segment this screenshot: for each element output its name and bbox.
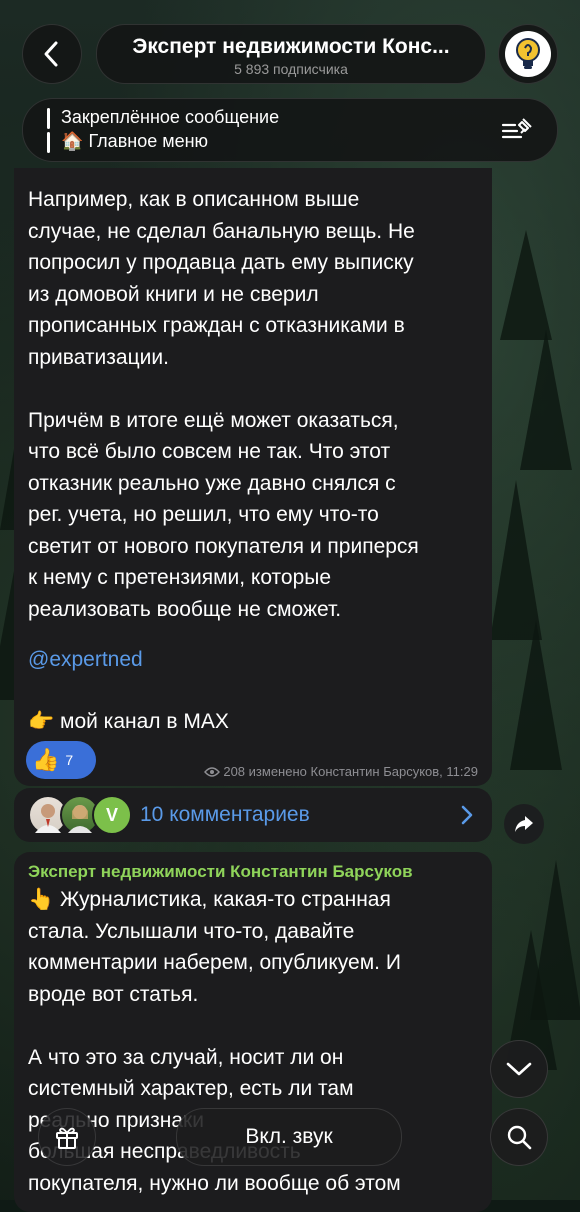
- message-line: системный характер, есть ли там: [28, 1077, 354, 1100]
- message-line: рег. учета, но решил, что ему что-то: [28, 503, 379, 526]
- scroll-down-button[interactable]: [490, 1040, 548, 1098]
- mention-link[interactable]: @expertned: [28, 644, 143, 676]
- channel-link-text: мой канал в MAX: [60, 710, 229, 733]
- channel-link-row[interactable]: 👉 мой канал в MAX: [28, 706, 229, 738]
- message-bubble[interactable]: Например, как в описанном выше случае, н…: [14, 168, 492, 786]
- message-line: светит от нового покупателя и приперся: [28, 534, 419, 558]
- channel-title: Эксперт недвижимости Конс...: [132, 35, 450, 58]
- gift-button[interactable]: [38, 1108, 96, 1166]
- pinned-title: Закреплённое сообщение: [61, 107, 280, 127]
- post-author: Константин Барсуков,: [310, 764, 443, 779]
- channel-title-pill[interactable]: Эксперт недвижимости Конс... 5 893 подпи…: [96, 24, 486, 84]
- commenter-avatar-letter: V: [92, 795, 132, 835]
- pinned-indicator-segment: [47, 132, 50, 153]
- post-time: 11:29: [446, 764, 478, 779]
- message-line: 👆 Журналистика, какая-то странная: [28, 888, 391, 911]
- message-line: реализовать вообще не сможет.: [28, 597, 342, 621]
- pointing-right-emoji: 👉: [28, 710, 55, 733]
- message-line: стала. Услышали что-то, давайте: [28, 919, 355, 943]
- message-line: Причём в итоге ещё может оказаться,: [28, 408, 399, 432]
- pinned-list-button[interactable]: [501, 117, 535, 148]
- pointing-up-emoji: 👆: [28, 888, 55, 911]
- message-line: вроде вот статья.: [28, 982, 199, 1006]
- message-line: отказник реально уже давно снялся с: [28, 471, 396, 495]
- lightbulb-icon: [516, 38, 540, 69]
- back-button[interactable]: [22, 24, 82, 84]
- message-line: прописанных граждан с отказниками в: [28, 314, 405, 337]
- message-meta: 208 изменено Константин Барсуков, 11:29: [203, 764, 478, 779]
- share-arrow-icon: [515, 816, 533, 832]
- unmute-button[interactable]: Вкл. звук: [176, 1108, 402, 1166]
- channel-avatar: [505, 31, 551, 77]
- pinned-message-bar[interactable]: Закреплённое сообщение 🏠 Главное меню: [22, 98, 558, 162]
- message-line: попросил у продавца дать ему выписку: [28, 251, 414, 274]
- reaction-count: 7: [65, 752, 74, 768]
- message-line: приватизации.: [28, 345, 169, 369]
- pinned-text-row: 🏠 Главное меню: [61, 131, 208, 152]
- message-line: А что это за случай, носит ли он: [28, 1045, 344, 1069]
- message-line: покупателя, нужно ли вообще об этом: [28, 1171, 401, 1195]
- channel-avatar-button[interactable]: [498, 24, 558, 84]
- message-author[interactable]: Эксперт недвижимости Константин Барсуков: [28, 862, 413, 882]
- chevron-down-icon: [506, 1062, 532, 1076]
- reaction-like[interactable]: 👍 7: [26, 741, 96, 779]
- view-count: 208: [223, 764, 246, 779]
- gift-icon: [56, 1127, 78, 1149]
- message-line: из домовой книги и не сверил: [28, 282, 319, 306]
- pinned-indicator-segment: [47, 108, 50, 129]
- edited-label: изменено: [248, 764, 307, 779]
- message-line: комментарии наберем, опубликуем. И: [28, 951, 401, 974]
- search-icon: [507, 1125, 532, 1150]
- message-line: Например, как в описанном выше: [28, 188, 360, 211]
- message-body: Например, как в описанном выше случае, н…: [28, 184, 419, 625]
- thumbs-up-icon: 👍: [32, 747, 60, 772]
- subscriber-count: 5 893 подписчика: [234, 61, 348, 77]
- message-line: [28, 1010, 401, 1042]
- pinned-text: Главное меню: [88, 131, 209, 151]
- search-button[interactable]: [490, 1108, 548, 1166]
- share-button[interactable]: [504, 804, 544, 844]
- house-emoji: 🏠: [61, 131, 84, 151]
- message-line: что всё было совсем не так. Что этот: [28, 440, 391, 463]
- comments-button[interactable]: V 10 комментариев: [14, 788, 492, 842]
- comments-label: 10 комментариев: [140, 803, 310, 826]
- pin-list-icon: [501, 118, 532, 139]
- message-line: случае, не сделал банальную вещь. Не: [28, 219, 415, 243]
- message-line: [28, 373, 419, 405]
- eye-icon: [203, 767, 220, 777]
- chevron-right-icon: [461, 805, 473, 825]
- message-line: к нему с претензиями, которые: [28, 566, 332, 589]
- chevron-left-icon: [44, 41, 58, 67]
